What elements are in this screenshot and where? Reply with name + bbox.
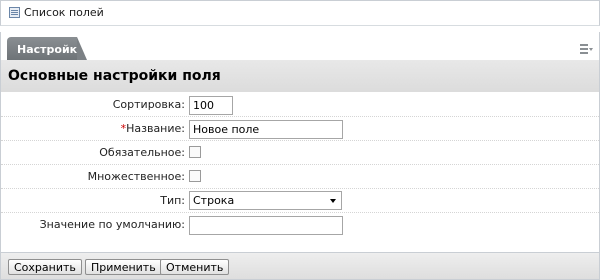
sort-input[interactable]	[189, 96, 233, 115]
section-title: Основные настройки поля	[8, 68, 221, 84]
footer-toolbar: Сохранить Применить Отменить	[0, 252, 600, 280]
form-row-multiple: Множественное:	[1, 164, 599, 189]
sort-label: Сортировка:	[112, 98, 185, 111]
form-row-sort: Сортировка:	[1, 92, 599, 117]
multiple-label: Множественное:	[87, 170, 185, 183]
breadcrumb-title[interactable]: Список полей	[24, 6, 104, 19]
tab-strip: Настройки	[0, 32, 600, 60]
mandatory-checkbox[interactable]	[189, 146, 201, 158]
list-icon	[9, 7, 20, 18]
form-row-mandatory: Обязательное:	[1, 140, 599, 165]
name-label: *Название:	[121, 122, 185, 135]
tab-settings-label: Настройки	[17, 43, 85, 56]
save-button[interactable]: Сохранить	[8, 259, 82, 275]
cancel-button[interactable]: Отменить	[160, 259, 230, 275]
settings-form: Сортировка: *Название: Обязательное: Мно…	[0, 92, 600, 254]
multiple-checkbox[interactable]	[189, 170, 201, 182]
apply-button[interactable]: Применить	[85, 259, 162, 275]
top-bar: Список полей	[0, 0, 600, 26]
form-row-default: Значение по умолчанию:	[1, 212, 599, 236]
default-value-input[interactable]	[189, 216, 343, 235]
menu-icon[interactable]	[580, 44, 593, 54]
name-input[interactable]	[189, 120, 343, 139]
section-header: Основные настройки поля	[0, 60, 600, 92]
name-label-text: Название:	[126, 122, 185, 135]
type-selected-value: Строка	[193, 194, 235, 207]
dropdown-arrow-icon	[330, 199, 336, 203]
type-select[interactable]: Строка	[189, 191, 342, 210]
form-row-type: Тип: Строка	[1, 188, 599, 213]
mandatory-label: Обязательное:	[99, 146, 185, 159]
default-label: Значение по умолчанию:	[39, 218, 185, 231]
type-label: Тип:	[160, 194, 185, 207]
tab-settings[interactable]: Настройки	[7, 37, 87, 60]
form-row-name: *Название:	[1, 116, 599, 141]
